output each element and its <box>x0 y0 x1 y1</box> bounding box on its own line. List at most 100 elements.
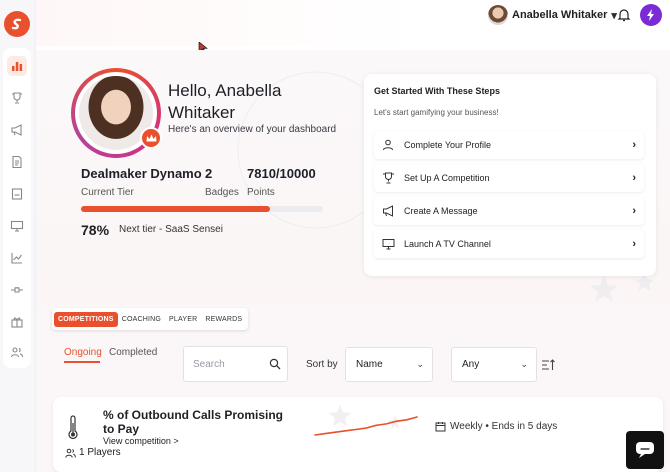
section-tabs: COMPETITIONS COACHING PLAYER REWARDS <box>52 308 249 330</box>
points-label: Points <box>247 187 275 198</box>
thermometer-icon <box>68 415 78 439</box>
sidebar-nav <box>3 48 31 368</box>
megaphone-icon <box>382 205 393 217</box>
line-chart-icon <box>11 253 22 264</box>
greeting-heading: Hello, Anabella Whitaker <box>168 81 282 122</box>
users-icon <box>65 448 76 458</box>
badges-stat: 2 Badges <box>205 166 239 198</box>
app-window: Anabella Whitaker ▾ Hello, Anabella Whit… <box>0 0 670 472</box>
bar-chart-icon <box>12 62 23 71</box>
steps-title: Get Started With These Steps <box>374 86 500 96</box>
step-label: Complete Your Profile <box>404 140 492 150</box>
chevron-right-icon: › <box>632 139 636 151</box>
step-launch-tv-channel[interactable]: Launch A TV Channel › <box>374 230 644 258</box>
tier-value: Dealmaker Dynamo <box>81 166 202 181</box>
tier-progress-bar <box>81 206 323 212</box>
user-menu[interactable]: Anabella Whitaker ▾ <box>488 4 617 26</box>
search-input[interactable] <box>193 358 263 370</box>
trophy-icon <box>12 92 22 104</box>
step-setup-competition[interactable]: Set Up A Competition › <box>374 164 644 192</box>
sidebar-item-competitions[interactable] <box>7 88 27 108</box>
competition-title: % of Outbound Calls Promising to Pay <box>103 408 283 436</box>
next-tier-label: Next tier - SaaS Sensei <box>119 224 223 235</box>
chevron-right-icon: › <box>632 205 636 217</box>
points-value: 7810/10000 <box>247 166 316 181</box>
sidebar-item-users[interactable] <box>7 342 27 362</box>
monitor-icon <box>382 239 394 250</box>
step-label: Launch A TV Channel <box>404 239 491 249</box>
greeting-subtitle: Here's an overview of your dashboard <box>168 124 337 135</box>
badges-label: Badges <box>205 187 239 198</box>
active-subtab-indicator <box>64 361 100 363</box>
sidebar-item-rewards[interactable] <box>7 312 27 332</box>
tier-crown-badge <box>140 127 162 149</box>
calendar-icon <box>435 422 446 432</box>
sort-by-label: Sort by <box>306 359 338 370</box>
tab-rewards[interactable]: REWARDS <box>201 312 246 327</box>
tab-coaching[interactable]: COACHING <box>118 312 165 327</box>
sidebar-item-library[interactable] <box>7 184 27 204</box>
tab-competitions[interactable]: COMPETITIONS <box>54 311 118 327</box>
competition-card[interactable]: % of Outbound Calls Promising to Pay Vie… <box>53 397 663 472</box>
players-label: 1 Players <box>79 447 121 458</box>
tab-player[interactable]: PLAYER <box>165 312 201 327</box>
players-count: 1 Players <box>65 447 121 458</box>
sidebar-item-analytics[interactable] <box>7 248 27 268</box>
chevron-down-icon: ⌄ <box>520 359 528 369</box>
megaphone-icon <box>11 124 22 136</box>
gift-icon <box>11 317 23 328</box>
users-icon <box>10 347 24 358</box>
tier-progress-fill <box>81 206 270 212</box>
sidebar-item-messages[interactable] <box>7 120 27 140</box>
step-label: Create A Message <box>404 206 478 216</box>
sidebar-item-reports[interactable] <box>7 152 27 172</box>
tier-stat: Dealmaker Dynamo Current Tier <box>81 166 202 198</box>
steps-subtitle: Let's start gamifying your business! <box>374 108 499 117</box>
badges-value: 2 <box>205 166 213 181</box>
view-competition-link[interactable]: View competition > <box>103 436 179 446</box>
chat-button[interactable] <box>626 431 664 469</box>
bell-icon[interactable] <box>617 8 631 22</box>
monitor-icon <box>10 220 24 232</box>
trend-line <box>314 416 418 436</box>
step-label: Set Up A Competition <box>404 173 490 183</box>
decorative-stars <box>590 272 654 302</box>
competition-schedule: Weekly • Ends in 5 days <box>435 421 557 432</box>
lightning-icon <box>647 9 654 21</box>
step-complete-profile[interactable]: Complete Your Profile › <box>374 131 644 159</box>
trophy-icon <box>382 172 394 184</box>
chevron-down-icon: ⌄ <box>416 359 424 369</box>
subtab-completed[interactable]: Completed <box>109 347 157 358</box>
step-create-message[interactable]: Create A Message › <box>374 197 644 225</box>
main-content: Anabella Whitaker ▾ Hello, Anabella Whit… <box>36 0 670 472</box>
crown-icon <box>146 134 156 141</box>
chat-icon <box>636 442 654 458</box>
sort-order-icon[interactable] <box>541 358 556 372</box>
dashboard-hero: Hello, Anabella Whitaker Here's an overv… <box>36 50 670 305</box>
app-logo[interactable] <box>4 11 30 37</box>
sidebar-item-integrations[interactable] <box>7 280 27 300</box>
chevron-right-icon: › <box>632 172 636 184</box>
progress-percent: 78% <box>81 222 110 238</box>
search-box <box>183 346 288 382</box>
search-icon[interactable] <box>269 358 281 370</box>
points-stat: 7810/10000 Points <box>247 166 316 198</box>
sidebar-item-tv[interactable] <box>7 216 27 236</box>
bolt-button[interactable] <box>640 4 662 26</box>
subtab-ongoing[interactable]: Ongoing <box>64 347 102 358</box>
user-name: Anabella Whitaker <box>512 9 608 21</box>
top-bar: Anabella Whitaker ▾ <box>36 0 670 46</box>
avatar <box>488 5 508 25</box>
scope-select[interactable]: Any ⌄ <box>451 347 537 382</box>
tier-label: Current Tier <box>81 187 134 198</box>
chevron-right-icon: › <box>632 238 636 250</box>
getting-started-card: Get Started With These Steps Let's start… <box>364 74 656 276</box>
plug-icon <box>11 287 23 293</box>
sidebar-item-dashboard[interactable] <box>7 56 27 76</box>
book-icon <box>11 188 23 200</box>
document-icon <box>12 155 22 169</box>
sort-select-value: Name <box>356 359 383 370</box>
competition-trend-line <box>314 416 418 436</box>
user-icon <box>383 139 393 151</box>
sort-select[interactable]: Name ⌄ <box>345 347 433 382</box>
